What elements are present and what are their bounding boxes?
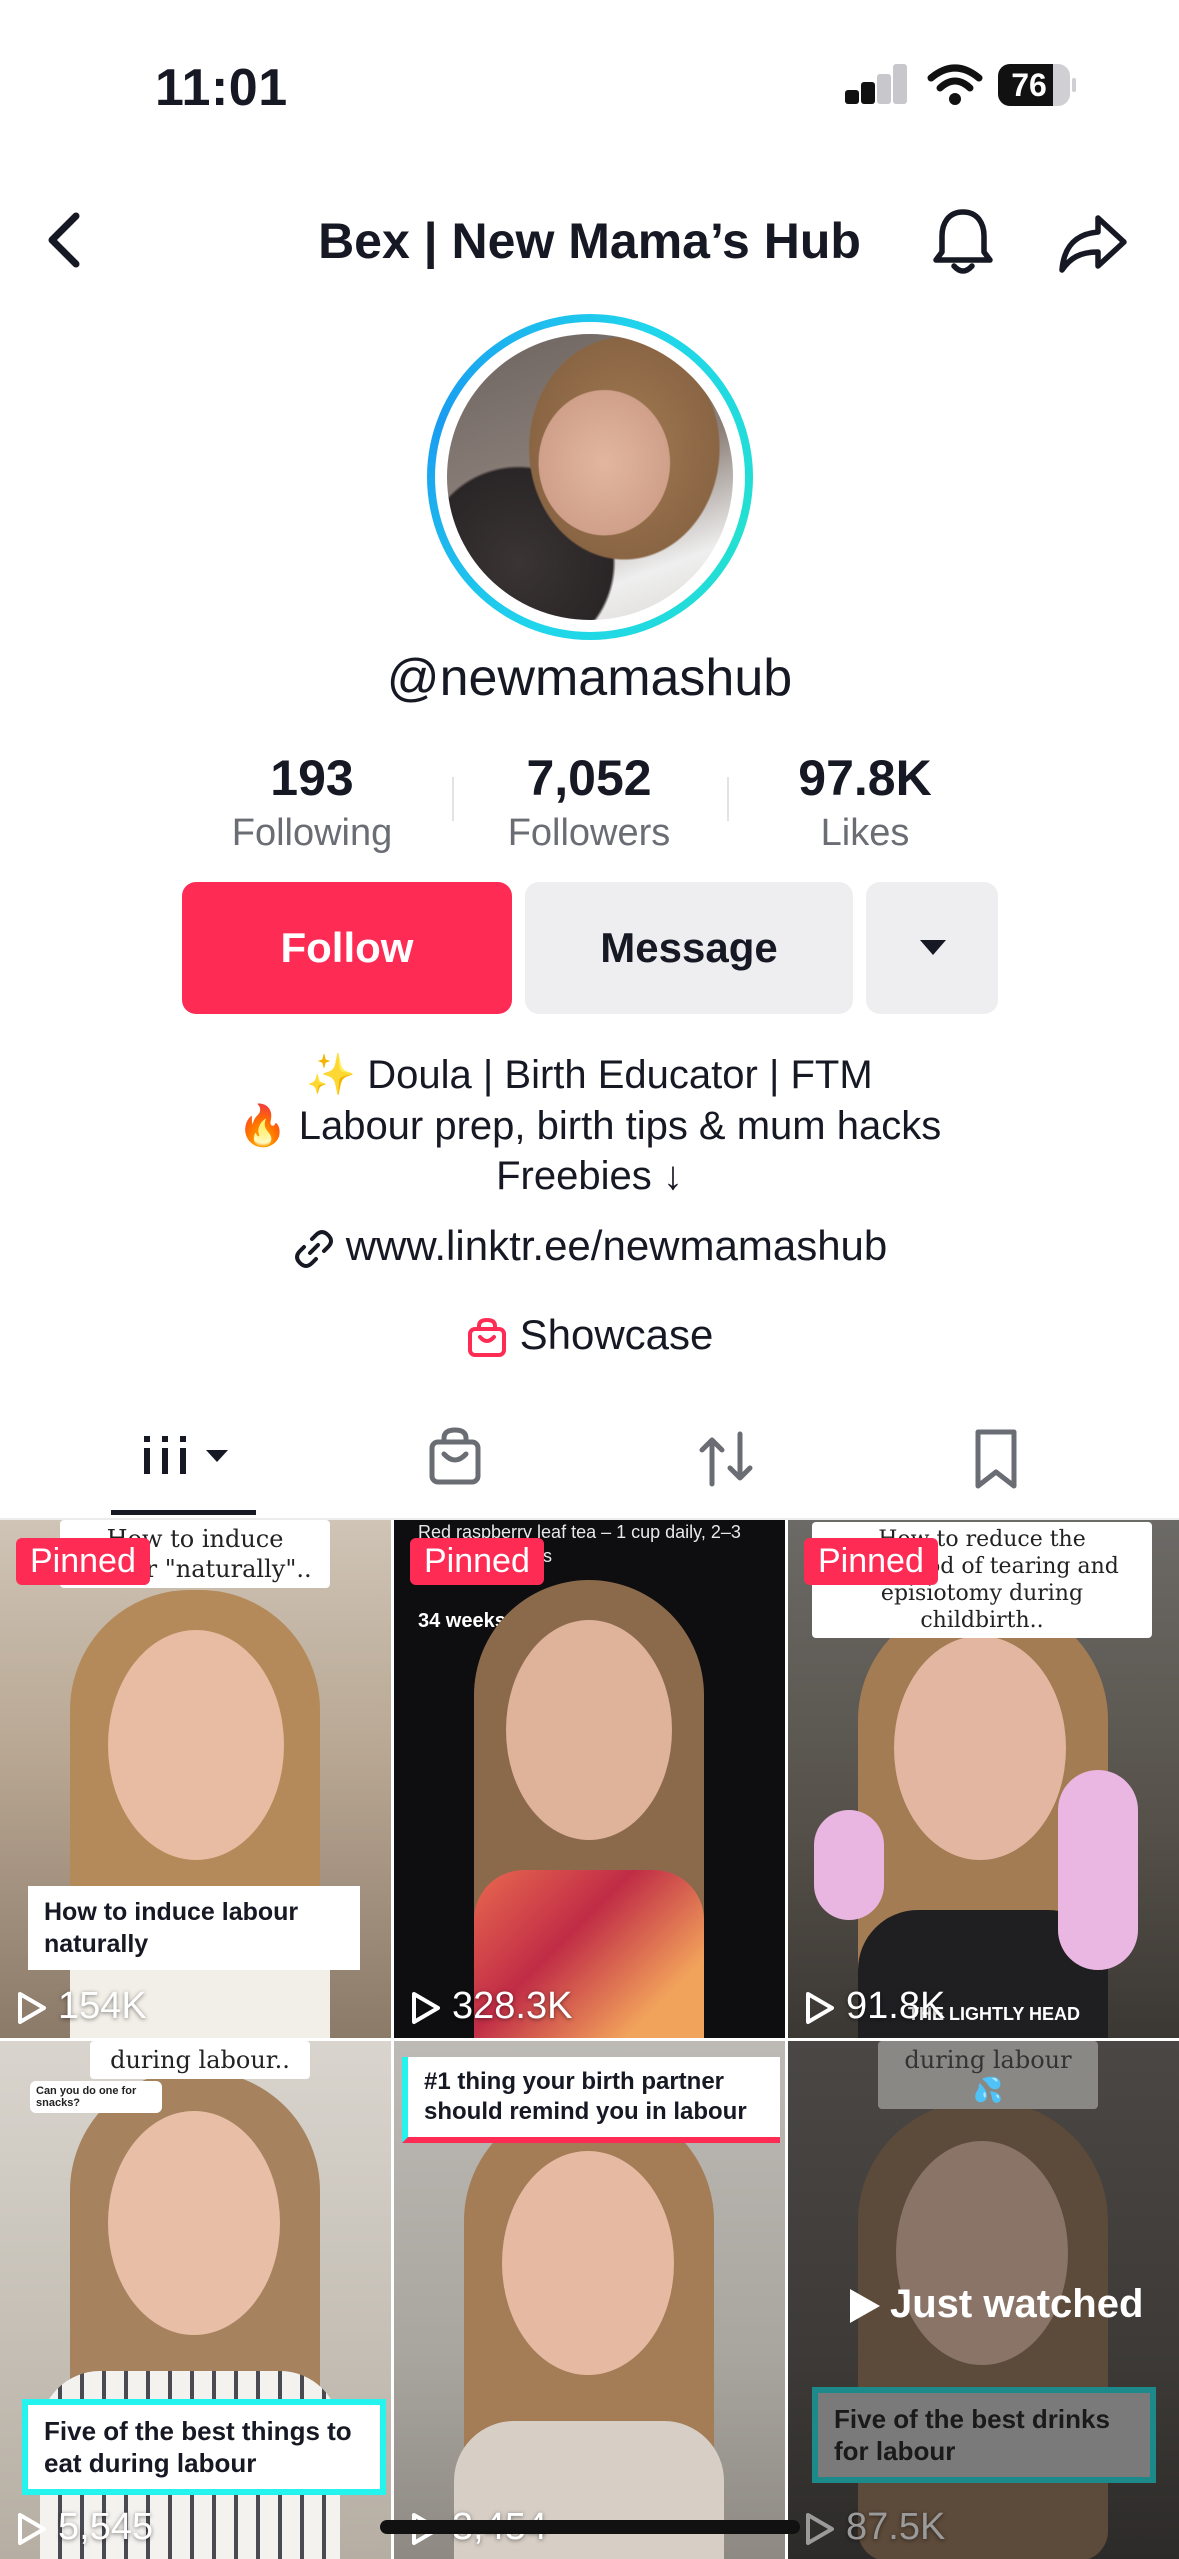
video-tile[interactable]: How to reduce the likelihood of tearing … bbox=[788, 1520, 1179, 2038]
view-count-text: 154K bbox=[58, 1985, 147, 2027]
active-tab-indicator bbox=[111, 1510, 256, 1515]
video-caption: during labour.. bbox=[90, 2041, 310, 2079]
tab-reposts[interactable] bbox=[656, 1420, 796, 1500]
bio-line: Freebies ↓ bbox=[496, 1154, 683, 1198]
status-time: 11:01 bbox=[155, 59, 288, 117]
reply-bubble: Can you do one for snacks? bbox=[30, 2081, 162, 2113]
video-overlay-text: 34 weeks bbox=[418, 1610, 506, 1632]
video-overlay-text: #1 thing your birth partner should remin… bbox=[402, 2057, 780, 2143]
battery-icon: 76 bbox=[998, 64, 1076, 106]
share-icon[interactable] bbox=[1058, 212, 1130, 274]
shopping-bag-icon bbox=[467, 1317, 506, 1357]
follow-button[interactable]: Follow bbox=[182, 882, 512, 1014]
view-count-text: 91.8K bbox=[846, 1985, 946, 2027]
pinned-badge: Pinned bbox=[804, 1538, 938, 1585]
video-overlay-text: Five of the best things to eat during la… bbox=[22, 2399, 386, 2495]
message-button[interactable]: Message bbox=[525, 882, 853, 1014]
wifi-icon bbox=[927, 62, 983, 106]
following-count: 193 bbox=[270, 750, 354, 806]
play-icon bbox=[806, 1991, 834, 2024]
pinned-badge: Pinned bbox=[410, 1538, 544, 1585]
followers-count: 7,052 bbox=[526, 750, 652, 806]
shop-bag-icon bbox=[429, 1427, 481, 1485]
dropdown-arrow-icon bbox=[920, 940, 946, 955]
bio-line: ✨ Doula | Birth Educator | FTM bbox=[306, 1053, 873, 1097]
view-count-text: 87.5K bbox=[846, 2506, 946, 2548]
video-overlay-text: Five of the best drinks for labour bbox=[812, 2387, 1156, 2483]
view-count: 91.8K bbox=[802, 1985, 945, 2028]
video-tile[interactable]: Red raspberry leaf tea – 1 cup daily, 2–… bbox=[394, 1520, 785, 2038]
likes-label: Likes bbox=[820, 812, 910, 854]
grid-icon bbox=[144, 1436, 228, 1474]
view-count-text: 328.3K bbox=[452, 1985, 573, 2027]
bookmark-icon bbox=[975, 1429, 1017, 1489]
video-tile[interactable]: How to induce labour "naturally".. How t… bbox=[0, 1520, 391, 2038]
followers-stat[interactable]: 7,052 Followers bbox=[459, 750, 719, 855]
following-label: Following bbox=[231, 812, 393, 854]
showcase-label: Showcase bbox=[519, 1311, 714, 1358]
profile-link-text: www.linktr.ee/newmamashub bbox=[345, 1222, 888, 1269]
just-watched-label: Just watched bbox=[846, 2282, 1143, 2327]
play-icon bbox=[806, 2512, 834, 2545]
battery-percent: 76 bbox=[1011, 67, 1047, 103]
play-icon bbox=[18, 1991, 46, 2024]
profile-photo bbox=[447, 334, 733, 620]
home-indicator[interactable] bbox=[380, 2520, 800, 2534]
followers-label: Followers bbox=[507, 812, 671, 854]
play-icon bbox=[18, 2512, 46, 2545]
stat-divider bbox=[452, 777, 454, 821]
cellular-signal-icon bbox=[845, 64, 907, 104]
likes-stat[interactable]: 97.8K Likes bbox=[735, 750, 995, 855]
video-caption: during labour 💦 bbox=[878, 2041, 1098, 2109]
view-count: 154K bbox=[14, 1985, 147, 2028]
just-watched-text: Just watched bbox=[890, 2282, 1144, 2326]
video-overlay-text: How to induce labour naturally bbox=[28, 1886, 360, 1970]
bio-line: 🔥 Labour prep, birth tips & mum hacks bbox=[237, 1104, 942, 1148]
profile-link[interactable]: www.linktr.ee/newmamashub bbox=[0, 1222, 1179, 1271]
view-count-text: 5,545 bbox=[58, 2506, 154, 2548]
tab-videos[interactable] bbox=[110, 1420, 250, 1500]
tab-shop[interactable] bbox=[384, 1420, 524, 1500]
view-count: 87.5K bbox=[802, 2506, 945, 2549]
avatar[interactable] bbox=[427, 314, 753, 640]
video-tile[interactable]: #1 thing your birth partner should remin… bbox=[394, 2041, 785, 2559]
view-count: 5,545 bbox=[14, 2506, 153, 2549]
repost-icon bbox=[699, 1431, 753, 1487]
likes-count: 97.8K bbox=[798, 750, 932, 806]
stat-divider bbox=[727, 777, 729, 821]
pinned-badge: Pinned bbox=[16, 1538, 150, 1585]
play-icon bbox=[412, 1991, 440, 2024]
link-icon bbox=[294, 1229, 333, 1268]
tab-saved[interactable] bbox=[926, 1420, 1066, 1500]
video-tile[interactable]: during labour.. Can you do one for snack… bbox=[0, 2041, 391, 2559]
view-count: 328.3K bbox=[408, 1985, 572, 2028]
notification-bell-icon[interactable] bbox=[930, 206, 996, 278]
more-options-button[interactable] bbox=[866, 882, 998, 1014]
showcase-link[interactable]: Showcase bbox=[0, 1311, 1179, 1359]
following-stat[interactable]: 193 Following bbox=[182, 750, 442, 855]
page-title: Bex | New Mama’s Hub bbox=[318, 213, 861, 269]
profile-handle: @newmamashub bbox=[386, 649, 793, 707]
play-icon bbox=[850, 2289, 880, 2324]
